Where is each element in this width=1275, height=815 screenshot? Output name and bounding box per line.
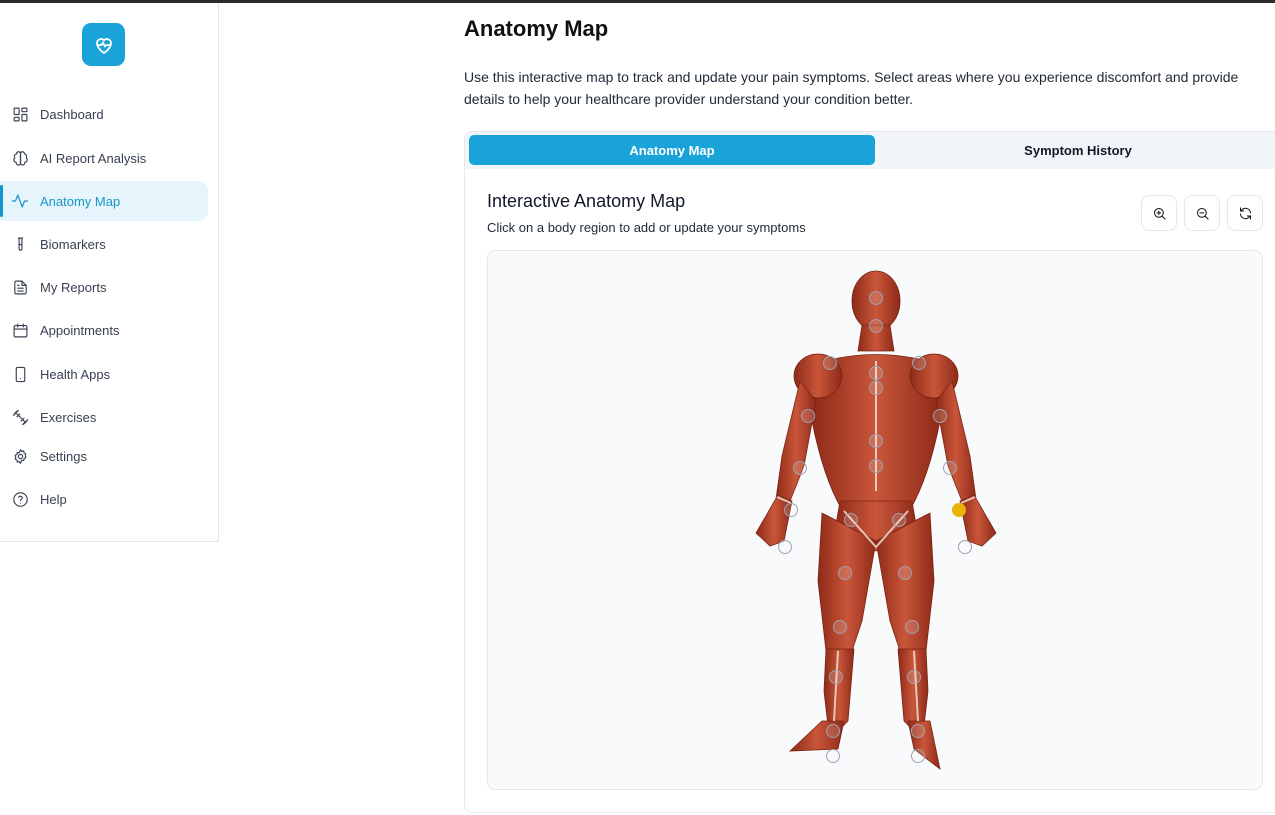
body-hotspot[interactable] bbox=[958, 540, 972, 554]
zoom-out-button[interactable] bbox=[1184, 195, 1220, 231]
body-hotspot[interactable] bbox=[907, 670, 921, 684]
sidebar-item-label: Appointments bbox=[40, 322, 120, 338]
sidebar-item-label: Health Apps bbox=[40, 366, 111, 382]
body-hotspot[interactable] bbox=[823, 356, 837, 370]
body-hotspot[interactable] bbox=[793, 461, 807, 475]
body-hotspot[interactable] bbox=[898, 566, 912, 580]
sidebar-item-exercises[interactable]: Exercises bbox=[0, 397, 208, 437]
sidebar-item-label: Anatomy Map bbox=[40, 193, 121, 209]
body-hotspot[interactable] bbox=[869, 459, 883, 473]
sidebar-item-ai-report-analysis[interactable]: AI Report Analysis bbox=[0, 138, 208, 178]
body-hotspot[interactable] bbox=[833, 620, 847, 634]
reset-icon bbox=[1239, 206, 1251, 220]
map-subtitle: Click on a body region to add or update … bbox=[487, 220, 806, 235]
sidebar-item-appointments[interactable]: Appointments bbox=[0, 310, 208, 350]
tab-anatomy-map[interactable]: Anatomy Map bbox=[469, 135, 875, 165]
sidebar-item-label: Dashboard bbox=[40, 106, 104, 122]
page-description: Use this interactive map to track and up… bbox=[464, 69, 1239, 107]
dashboard-grid-icon bbox=[11, 105, 29, 123]
gear-icon bbox=[11, 447, 29, 465]
sidebar-item-biomarkers[interactable]: Biomarkers bbox=[0, 224, 208, 264]
body-hotspot[interactable] bbox=[778, 540, 792, 554]
brain-icon bbox=[11, 149, 29, 167]
anatomy-canvas[interactable] bbox=[487, 250, 1263, 790]
body-hotspot[interactable] bbox=[905, 620, 919, 634]
sidebar-item-my-reports[interactable]: My Reports bbox=[0, 267, 208, 307]
body-hotspot[interactable] bbox=[892, 513, 906, 527]
app-logo[interactable] bbox=[82, 23, 125, 66]
sidebar-item-anatomy-map[interactable]: Anatomy Map bbox=[0, 181, 208, 221]
sidebar-item-health-apps[interactable]: Health Apps bbox=[0, 354, 208, 394]
zoom-in-button[interactable] bbox=[1141, 195, 1177, 231]
body-hotspot[interactable] bbox=[829, 670, 843, 684]
body-hotspot[interactable] bbox=[869, 366, 883, 380]
body-hotspot[interactable] bbox=[784, 503, 798, 517]
body-hotspot[interactable] bbox=[911, 749, 925, 763]
help-circle-icon bbox=[11, 490, 29, 508]
zoom-in-icon bbox=[1153, 207, 1166, 220]
calendar-icon bbox=[11, 321, 29, 339]
sidebar: Dashboard AI Report Analysis Anatomy Map… bbox=[0, 3, 219, 542]
sidebar-item-label: Help bbox=[40, 491, 67, 507]
anatomy-card: Anatomy Map Symptom History Interactive … bbox=[464, 131, 1275, 813]
body-hotspot[interactable] bbox=[912, 356, 926, 370]
body-hotspot[interactable] bbox=[844, 513, 858, 527]
reset-button[interactable] bbox=[1227, 195, 1263, 231]
test-tube-icon bbox=[11, 235, 29, 253]
body-hotspot[interactable] bbox=[869, 291, 883, 305]
dumbbell-icon bbox=[11, 408, 29, 426]
body-hotspot-selected[interactable] bbox=[952, 503, 966, 517]
map-title: Interactive Anatomy Map bbox=[487, 191, 686, 211]
body-hotspot[interactable] bbox=[933, 409, 947, 423]
body-hotspot[interactable] bbox=[826, 724, 840, 738]
body-hotspot[interactable] bbox=[943, 461, 957, 475]
activity-icon bbox=[11, 192, 29, 210]
body-hotspot[interactable] bbox=[869, 381, 883, 395]
sidebar-item-settings[interactable]: Settings bbox=[0, 436, 208, 476]
sidebar-item-label: Exercises bbox=[40, 409, 97, 425]
zoom-out-icon bbox=[1196, 207, 1209, 220]
sidebar-item-dashboard[interactable]: Dashboard bbox=[0, 94, 208, 134]
body-hotspot[interactable] bbox=[869, 319, 883, 333]
body-hotspot[interactable] bbox=[801, 409, 815, 423]
body-hotspot[interactable] bbox=[838, 566, 852, 580]
sidebar-item-label: My Reports bbox=[40, 279, 107, 295]
tab-bar: Anatomy Map Symptom History bbox=[465, 132, 1275, 169]
body-hotspot[interactable] bbox=[911, 724, 925, 738]
tab-symptom-history[interactable]: Symptom History bbox=[875, 135, 1275, 165]
sidebar-item-label: AI Report Analysis bbox=[40, 150, 147, 166]
heart-pulse-icon bbox=[95, 37, 112, 54]
sidebar-item-label: Settings bbox=[40, 448, 87, 464]
file-text-icon bbox=[11, 278, 29, 296]
body-hotspot[interactable] bbox=[826, 749, 840, 763]
sidebar-item-help[interactable]: Help bbox=[0, 479, 208, 519]
sidebar-item-label: Biomarkers bbox=[40, 236, 106, 252]
page-title: Anatomy Map bbox=[464, 16, 609, 41]
smartphone-icon bbox=[11, 365, 29, 383]
body-hotspot[interactable] bbox=[869, 434, 883, 448]
